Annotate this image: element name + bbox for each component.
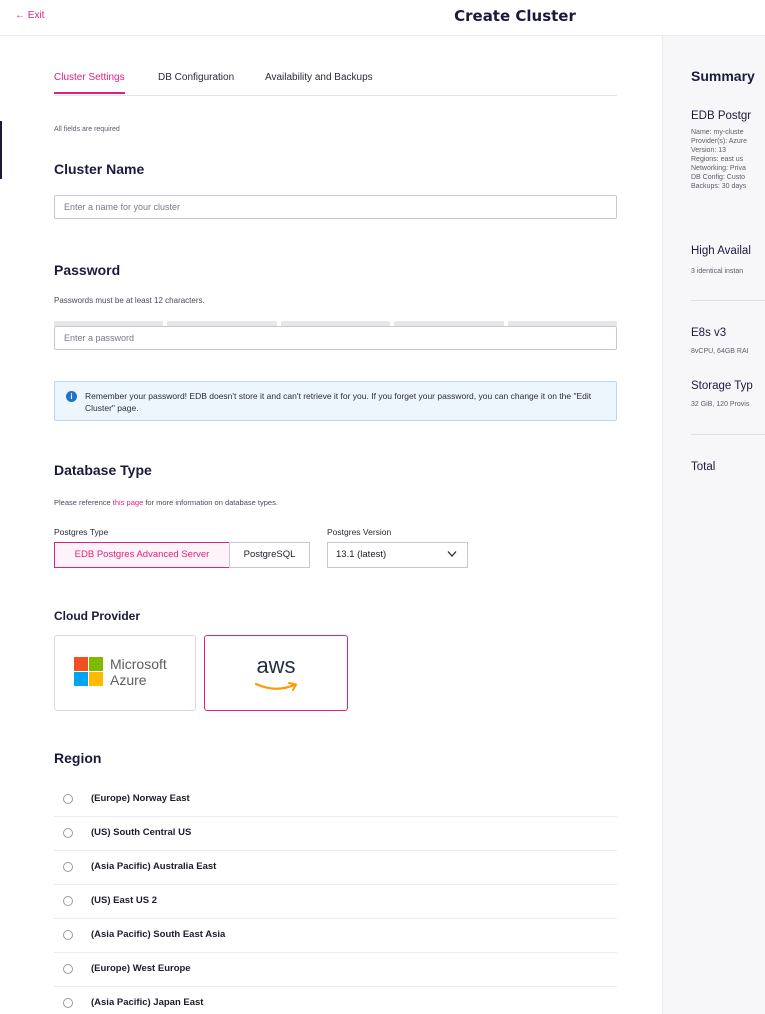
database-type-hint: Please reference this page for more info… [54,498,278,507]
password-notice: i Remember your password! EDB doesn't st… [54,381,617,421]
radio-button[interactable] [63,896,73,906]
summary-divider [691,434,765,435]
radio-button[interactable] [63,794,73,804]
summary-divider [691,300,765,301]
password-hint: Passwords must be at least 12 characters… [54,296,205,305]
postgres-version-value: 13.1 (latest) [336,549,387,560]
region-option-south-central-us[interactable]: (US) South Central US [54,817,617,851]
password-input[interactable] [54,326,617,350]
postgres-type-advanced-server[interactable]: EDB Postgres Advanced Server [54,542,230,568]
provider-card-aws[interactable]: aws [204,635,348,711]
summary-db-line: Version: 13 [691,147,727,154]
tab-cluster-settings[interactable]: Cluster Settings [54,72,125,94]
tab-db-configuration[interactable]: DB Configuration [158,72,234,92]
summary-db-line: Backups: 30 days [691,183,747,190]
summary-db-heading: EDB Postgr [691,110,752,122]
radio-button[interactable] [63,964,73,974]
summary-db-line: Name: my-cluste [691,129,744,136]
radio-button[interactable] [63,930,73,940]
aws-smile-icon [254,682,297,691]
summary-title: Summary [691,68,755,84]
summary-db-line: Regions: east us [691,156,744,163]
summary-db-line: Networking: Priva [691,165,746,172]
microsoft-logo-icon [74,657,103,686]
password-strength-meter [54,321,618,326]
summary-instance-heading: E8s v3 [691,327,727,339]
region-option-west-europe[interactable]: (Europe) West Europe [54,953,617,987]
region-option-australia-east[interactable]: (Asia Pacific) Australia East [54,851,617,885]
tab-availability-backups[interactable]: Availability and Backups [265,72,373,92]
cloud-provider-heading: Cloud Provider [54,609,141,623]
postgres-type-label: Postgres Type [54,527,109,537]
password-heading: Password [54,262,121,278]
radio-button[interactable] [63,828,73,838]
summary-db-line: DB Config: Custo [691,174,746,181]
main-form: Cluster Settings DB Configuration Availa… [0,36,662,1014]
postgres-version-select[interactable]: 13.1 (latest) [327,542,468,568]
region-option-norway-east[interactable]: (Europe) Norway East [54,783,617,817]
info-icon: i [66,391,77,402]
summary-total-label: Total [691,461,716,473]
region-option-east-us-2[interactable]: (US) East US 2 [54,885,617,919]
summary-storage-heading: Storage Typ [691,380,753,392]
top-bar: ← Exit Create Cluster [0,0,765,36]
postgres-type-postgresql[interactable]: PostgreSQL [229,542,310,568]
radio-button[interactable] [63,998,73,1008]
provider-card-azure[interactable]: Microsoft Azure [54,635,196,711]
database-type-heading: Database Type [54,462,152,478]
cluster-name-input[interactable] [54,195,617,219]
summary-instance-line: 8vCPU, 64GB RAI [691,348,749,355]
azure-wordmark: Microsoft Azure [110,656,167,688]
required-note: All fields are required [54,126,120,133]
summary-storage-line: 32 GiB, 120 Provis [691,401,750,408]
postgres-version-label: Postgres Version [327,527,392,537]
cluster-name-heading: Cluster Name [54,161,145,177]
summary-panel: Summary EDB Postgr Name: my-cluste Provi… [662,36,765,1014]
aws-wordmark: aws [256,653,296,678]
password-notice-text: Remember your password! EDB doesn't stor… [85,391,592,413]
region-option-japan-east[interactable]: (Asia Pacific) Japan East [54,987,617,1014]
page-title: Create Cluster [454,7,576,25]
summary-ha-line: 3 identical instan [691,268,744,275]
radio-button[interactable] [63,862,73,872]
region-option-south-east-asia[interactable]: (Asia Pacific) South East Asia [54,919,617,953]
chevron-down-icon [447,551,457,557]
tab-bar: Cluster Settings DB Configuration Availa… [54,72,617,96]
this-page-link[interactable]: this page [113,498,143,507]
summary-db-line: Provider(s): Azure [691,138,748,145]
summary-ha-heading: High Availal [691,245,751,257]
region-heading: Region [54,750,102,766]
